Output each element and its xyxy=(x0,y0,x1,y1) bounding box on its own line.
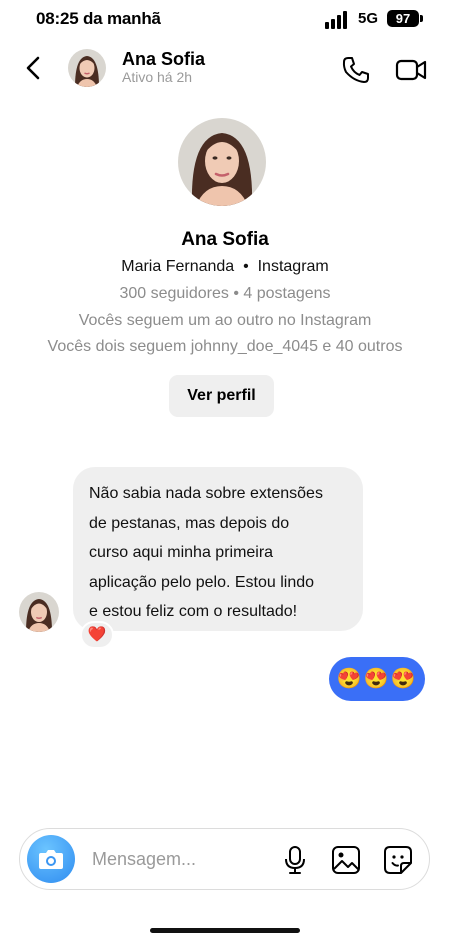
status-bar: 08:25 da manhã 5G 97 xyxy=(0,0,450,40)
message-input[interactable] xyxy=(92,846,272,872)
message-line: aplicação pelo pelo. Estou lindo xyxy=(89,573,315,591)
profile-subtitle: Maria Fernanda • Instagram xyxy=(0,258,450,276)
separator-dot: • xyxy=(238,258,254,275)
microphone-icon[interactable] xyxy=(280,845,310,875)
mutual-friends-text: Vocês dois seguem johnny_doe_4045 e 40 o… xyxy=(47,338,403,355)
image-icon[interactable] xyxy=(331,845,361,875)
network-type: 5G xyxy=(358,10,379,27)
signal-bars-icon xyxy=(325,11,347,29)
profile-full-name: Maria Fernanda xyxy=(121,258,235,275)
phone-icon[interactable] xyxy=(340,54,372,86)
sticker-icon[interactable] xyxy=(383,845,413,875)
contact-name[interactable]: Ana Sofia xyxy=(122,49,205,70)
message-line: curso aqui minha primeira xyxy=(89,544,274,561)
view-profile-button[interactable]: Ver perfil xyxy=(169,375,274,417)
profile-stats: 300 seguidores • 4 postagens xyxy=(119,285,331,302)
incoming-message-bubble[interactable]: Não sabia nada sobre extensões de pestan… xyxy=(73,467,363,631)
avatar[interactable] xyxy=(68,49,106,87)
chevron-left-icon[interactable] xyxy=(20,54,48,82)
message-line: de pestanas, mas depois do xyxy=(89,514,290,532)
chat-screen: 08:25 da manhã 5G 97 Ana Sofia Ativo há … xyxy=(0,0,450,948)
video-camera-icon[interactable] xyxy=(395,56,427,84)
battery-tip xyxy=(420,15,423,22)
chat-header: Ana Sofia Ativo há 2h xyxy=(0,44,450,96)
message-line: e estou feliz com o resultado! xyxy=(89,603,298,620)
message-line: Não sabia nada sobre extensões xyxy=(89,485,323,502)
outgoing-message-bubble[interactable]: 😍😍😍 xyxy=(329,657,425,701)
profile-avatar[interactable] xyxy=(178,118,266,206)
message-sender-avatar[interactable] xyxy=(19,592,59,632)
message-composer xyxy=(19,828,430,890)
heart-reaction-badge[interactable]: ❤️ xyxy=(80,621,114,649)
camera-button[interactable] xyxy=(27,835,75,883)
contact-activity-status: Ativo há 2h xyxy=(122,69,193,85)
camera-icon xyxy=(39,850,63,869)
profile-platform: Instagram xyxy=(257,258,329,275)
battery-icon: 97 xyxy=(387,10,419,27)
mutual-follow-text: Vocês seguem um ao outro no Instagram xyxy=(78,312,372,329)
home-indicator[interactable] xyxy=(150,928,300,933)
profile-name: Ana Sofia xyxy=(181,229,269,250)
status-time: 08:25 da manhã xyxy=(36,9,161,28)
